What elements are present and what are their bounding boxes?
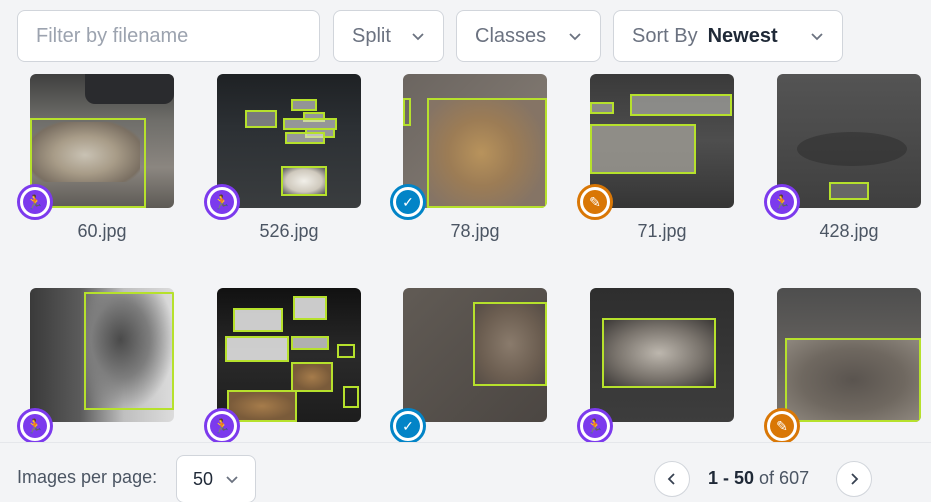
shield-check-icon: ✓	[396, 190, 420, 214]
classes-dropdown[interactable]: Classes	[456, 10, 601, 62]
shield-check-icon: ✓	[396, 414, 420, 438]
chevron-left-icon	[667, 473, 675, 485]
test-split-badge: ✎	[764, 408, 800, 442]
chevron-right-icon	[851, 473, 859, 485]
chevron-down-icon	[569, 33, 581, 41]
annotation-box	[285, 132, 325, 144]
image-card[interactable]	[30, 288, 174, 422]
images-per-page-select[interactable]: 50	[176, 455, 256, 502]
image-filename: 428.jpg	[819, 221, 879, 241]
images-per-page-label: Images per page:	[17, 467, 158, 487]
annotation-box	[337, 344, 355, 358]
image-card[interactable]	[30, 74, 174, 208]
annotation-box	[245, 110, 277, 128]
image-grid: 🏃 60.jpg 🏃 526.jpg ✓ 78.jpg ✎ 71.jpg 🏃 4…	[0, 74, 931, 442]
valid-split-badge: ✓	[390, 184, 426, 220]
train-split-badge: 🏃	[17, 184, 53, 220]
annotation-box	[281, 166, 327, 196]
classes-label: Classes	[475, 24, 547, 47]
annotation-box	[590, 102, 614, 114]
filename-filter-input[interactable]	[36, 24, 319, 48]
test-tube-icon: ✎	[770, 414, 794, 438]
train-split-badge: 🏃	[764, 184, 800, 220]
annotation-box	[291, 362, 333, 392]
image-card[interactable]	[403, 288, 547, 422]
annotation-box	[233, 308, 283, 332]
annotation-box	[602, 318, 716, 388]
sort-label: Sort By	[632, 24, 698, 47]
annotation-box	[225, 336, 289, 362]
runner-icon: 🏃	[23, 190, 47, 214]
image-filename: 78.jpg	[450, 221, 500, 241]
image-card[interactable]	[217, 74, 361, 208]
page-total: of 607	[759, 468, 810, 488]
runner-icon: 🏃	[210, 190, 234, 214]
next-page-button[interactable]	[836, 461, 872, 497]
runner-icon: 🏃	[210, 414, 234, 438]
split-label: Split	[352, 24, 391, 47]
annotation-box	[291, 99, 317, 111]
test-split-badge: ✎	[577, 184, 613, 220]
image-filename: 60.jpg	[77, 221, 127, 241]
annotation-box	[590, 124, 696, 174]
chevron-down-icon	[226, 476, 238, 484]
runner-icon: 🏃	[23, 414, 47, 438]
train-split-badge: 🏃	[204, 408, 240, 442]
split-dropdown[interactable]: Split	[333, 10, 444, 62]
annotation-box	[630, 94, 732, 116]
images-per-page-value: 50	[192, 468, 214, 489]
page-range-value: 1 - 50	[708, 468, 755, 488]
annotation-box	[84, 292, 174, 410]
sort-value: Newest	[707, 24, 778, 47]
filename-filter[interactable]	[17, 10, 320, 62]
previous-page-button[interactable]	[654, 461, 690, 497]
sort-dropdown[interactable]: Sort By Newest	[613, 10, 843, 62]
runner-icon: 🏃	[583, 414, 607, 438]
pagination-footer: Images per page: 50 1 - 50 of 607	[0, 442, 931, 502]
image-card[interactable]	[217, 288, 361, 422]
image-card[interactable]	[403, 74, 547, 208]
page-range: 1 - 50 of 607	[708, 468, 809, 489]
chevron-down-icon	[811, 33, 823, 41]
image-card[interactable]	[777, 288, 921, 422]
annotation-box	[785, 338, 921, 422]
train-split-badge: 🏃	[204, 184, 240, 220]
chevron-down-icon	[412, 33, 424, 41]
annotation-box	[293, 296, 327, 320]
annotation-box	[829, 182, 869, 200]
annotation-box	[343, 386, 359, 408]
train-split-badge: 🏃	[17, 408, 53, 442]
image-card[interactable]	[777, 74, 921, 208]
image-card[interactable]	[590, 74, 734, 208]
valid-split-badge: ✓	[390, 408, 426, 442]
runner-icon: 🏃	[770, 190, 794, 214]
annotation-box	[473, 302, 547, 386]
annotation-box	[427, 98, 547, 208]
toolbar: Split Classes Sort By Newest	[0, 0, 931, 74]
annotation-box	[291, 336, 329, 350]
image-card[interactable]	[590, 288, 734, 422]
train-split-badge: 🏃	[577, 408, 613, 442]
test-tube-icon: ✎	[583, 190, 607, 214]
image-filename: 526.jpg	[259, 221, 319, 241]
image-filename: 71.jpg	[637, 221, 687, 241]
annotation-box	[403, 98, 411, 126]
